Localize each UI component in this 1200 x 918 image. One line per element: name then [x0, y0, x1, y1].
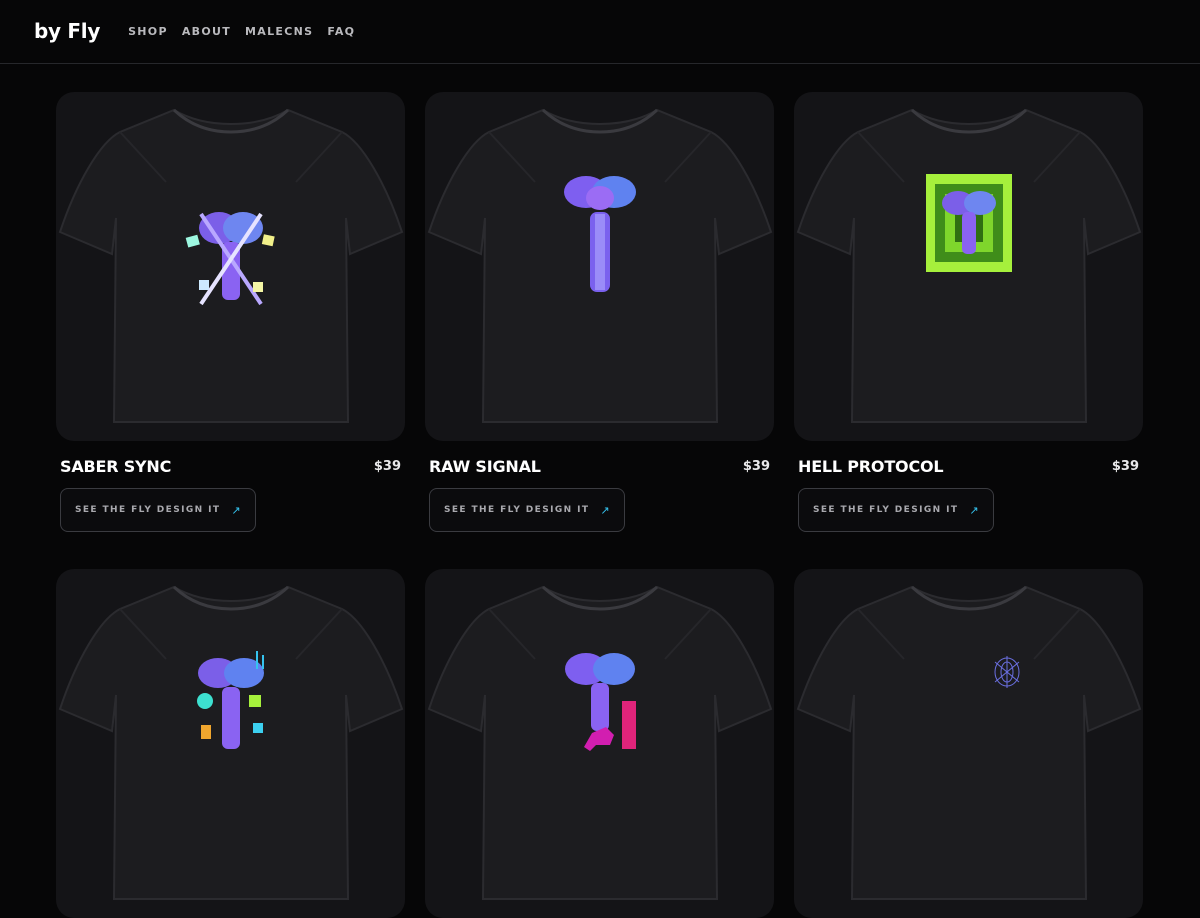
product-info: HELL PROTOCOL $39 [794, 456, 1143, 476]
product-image[interactable] [425, 92, 774, 441]
nav-faq[interactable]: FAQ [327, 25, 355, 38]
product-name[interactable]: RAW SIGNAL [429, 457, 541, 476]
product-info: SABER SYNC $39 [56, 456, 405, 476]
top-navigation-bar: by Fly SHOP ABOUT MALECNS FAQ [0, 0, 1200, 64]
product-image[interactable] [794, 569, 1143, 918]
product-image[interactable] [794, 92, 1143, 441]
tshirt-mockup [427, 108, 773, 424]
nav-about[interactable]: ABOUT [182, 25, 231, 38]
see-design-label: SEE THE FLY DESIGN IT [813, 505, 959, 515]
tshirt-mockup [58, 585, 404, 901]
see-design-button[interactable]: SEE THE FLY DESIGN IT ↗ [60, 488, 256, 532]
see-design-label: SEE THE FLY DESIGN IT [444, 505, 590, 515]
product-image[interactable] [425, 569, 774, 918]
tshirt-mockup [796, 108, 1142, 424]
see-design-button[interactable]: SEE THE FLY DESIGN IT ↗ [798, 488, 994, 532]
product-name[interactable]: SABER SYNC [60, 457, 171, 476]
product-price: $39 [742, 458, 770, 474]
product-image[interactable] [56, 92, 405, 441]
product-card: RAW SIGNAL $39 SEE THE FLY DESIGN IT ↗ [425, 92, 774, 532]
arrow-up-right-icon: ↗ [231, 503, 241, 517]
nav-malecns[interactable]: MALECNS [245, 25, 313, 38]
product-grid: SABER SYNC $39 SEE THE FLY DESIGN IT ↗ R [56, 92, 1144, 918]
product-card: HELL PROTOCOL $39 SEE THE FLY DESIGN IT … [794, 92, 1143, 532]
arrow-up-right-icon: ↗ [969, 503, 979, 517]
arrow-up-right-icon: ↗ [600, 503, 610, 517]
nav-shop[interactable]: SHOP [128, 25, 168, 38]
product-name[interactable]: HELL PROTOCOL [798, 457, 944, 476]
see-design-label: SEE THE FLY DESIGN IT [75, 505, 221, 515]
tshirt-mockup [427, 585, 773, 901]
product-card [425, 569, 774, 918]
product-card [56, 569, 405, 918]
tshirt-mockup [58, 108, 404, 424]
product-price: $39 [1111, 458, 1139, 474]
product-price: $39 [373, 458, 401, 474]
tshirt-mockup [796, 585, 1142, 901]
product-image[interactable] [56, 569, 405, 918]
product-card [794, 569, 1143, 918]
main-nav: SHOP ABOUT MALECNS FAQ [128, 25, 355, 38]
product-card: SABER SYNC $39 SEE THE FLY DESIGN IT ↗ [56, 92, 405, 532]
brand-logo[interactable]: by Fly [34, 19, 100, 43]
see-design-button[interactable]: SEE THE FLY DESIGN IT ↗ [429, 488, 625, 532]
product-info: RAW SIGNAL $39 [425, 456, 774, 476]
